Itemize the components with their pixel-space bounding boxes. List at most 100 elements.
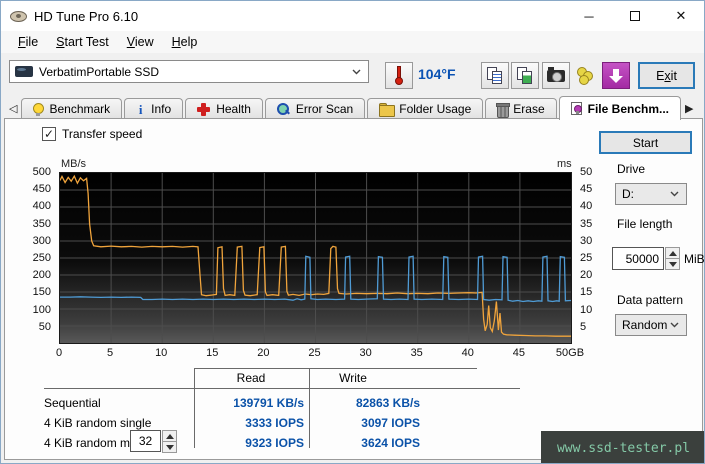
axis-tick-label: 50 [39, 321, 51, 333]
hd-tune-window: HD Tune Pro 6.10 ─ ✕ File Start Test Vie… [0, 0, 705, 464]
axis-tick-label: 15 [580, 286, 592, 298]
axis-tick-label: 35 [411, 347, 423, 359]
copy-image-icon [517, 67, 533, 85]
drive-icon [15, 66, 33, 77]
minimize-button[interactable]: ─ [566, 1, 612, 31]
tab-folder-usage[interactable]: Folder Usage [367, 98, 483, 119]
axis-tick-label: 30 [359, 347, 371, 359]
tab-health[interactable]: Health [185, 98, 263, 119]
close-button[interactable]: ✕ [658, 1, 704, 31]
file-benchmark-icon [571, 102, 582, 115]
device-select[interactable]: VerbatimPortable SSD [9, 60, 369, 83]
maximize-button[interactable] [612, 1, 658, 31]
down-arrow-icon [609, 69, 623, 83]
data-pattern-select[interactable]: Random [615, 314, 687, 336]
axis-tick-label: 50GB [556, 347, 584, 359]
axis-tick-label: 200 [33, 269, 51, 281]
read-column-header: Read [237, 371, 266, 385]
copy-text-icon [487, 67, 503, 85]
file-benchmark-page: ✓ Transfer speed Start MB/s ms 500450400… [4, 118, 703, 460]
random-single-write-value: 3097 IOPS [271, 416, 420, 430]
coins-icon [577, 67, 597, 85]
transfer-speed-chart [59, 172, 572, 344]
sequential-write-value: 82863 KB/s [271, 396, 420, 410]
temperature-value: 104°F [418, 66, 456, 82]
axis-tick-label: 25 [580, 252, 592, 264]
axis-tick-label: 250 [33, 252, 51, 264]
axis-tick-label: 0 [56, 347, 62, 359]
chart-canvas [60, 173, 571, 343]
copy-text-button[interactable] [481, 62, 509, 89]
table-top-line [194, 368, 477, 369]
axis-tick-label: 100 [33, 304, 51, 316]
axis-tick-label: 25 [308, 347, 320, 359]
menu-file[interactable]: File [9, 32, 47, 52]
y-axis-left-labels: 50045040035030025020015010050 [13, 172, 53, 344]
menu-bar: File Start Test View Help [1, 31, 704, 53]
save-results-button[interactable] [602, 62, 630, 89]
trash-icon [497, 103, 507, 116]
donate-button[interactable] [573, 62, 601, 89]
down-arrow-icon [669, 262, 677, 267]
transfer-speed-checkbox[interactable]: ✓ [42, 127, 56, 141]
tab-erase[interactable]: Erase [485, 98, 556, 119]
temperature-button[interactable] [385, 62, 413, 89]
info-icon: i [136, 103, 145, 116]
file-length-input[interactable]: 50000 [612, 247, 664, 270]
app-disk-icon [10, 10, 27, 23]
axis-tick-label: 10 [155, 347, 167, 359]
random-multi-write-value: 3624 IOPS [271, 436, 420, 450]
up-arrow-icon [669, 251, 677, 256]
menu-start-test[interactable]: Start Test [47, 32, 118, 52]
row-label-sequential: Sequential [44, 396, 101, 410]
window-title: HD Tune Pro 6.10 [34, 9, 138, 24]
axis-tick-label: 400 [33, 200, 51, 212]
copy-image-button[interactable] [511, 62, 539, 89]
tab-scroll-left-icon[interactable]: ◁ [7, 102, 21, 119]
axis-tick-label: 5 [580, 321, 586, 333]
x-axis-labels: 0 5 10 15 20 25 30 35 40 45 50GB [59, 347, 599, 361]
tab-benchmark[interactable]: Benchmark [21, 98, 122, 119]
axis-tick-label: 5 [107, 347, 113, 359]
magnifier-icon [277, 103, 290, 116]
y-axis-right-title: ms [557, 158, 572, 170]
screenshot-button[interactable] [542, 62, 570, 89]
menu-view[interactable]: View [118, 32, 163, 52]
data-pattern-label: Data pattern [617, 293, 683, 307]
axis-tick-label: 15 [206, 347, 218, 359]
y-axis-left-title: MB/s [61, 158, 86, 170]
axis-tick-label: 45 [513, 347, 525, 359]
toolbar: VerbatimPortable SSD 104°F Exit [1, 53, 704, 95]
chevron-down-icon [352, 69, 361, 75]
minimize-icon: ─ [584, 9, 593, 24]
file-length-label: File length [617, 217, 672, 231]
file-length-unit: MiB [684, 252, 705, 266]
drive-select[interactable]: D: [615, 183, 687, 205]
axis-tick-label: 40 [580, 200, 592, 212]
thermometer-icon [394, 66, 404, 85]
tab-file-benchmark[interactable]: File Benchm... [559, 96, 681, 120]
tab-info[interactable]: i Info [124, 98, 183, 119]
health-cross-icon [197, 103, 210, 116]
axis-tick-label: 20 [257, 347, 269, 359]
axis-tick-label: 35 [580, 218, 592, 230]
watermark-badge: www.ssd-tester.pl [541, 431, 705, 464]
axis-tick-label: 300 [33, 235, 51, 247]
transfer-speed-label: Transfer speed [62, 127, 142, 141]
tab-error-scan[interactable]: Error Scan [265, 98, 365, 119]
axis-tick-label: 40 [462, 347, 474, 359]
exit-button[interactable]: Exit [638, 62, 695, 89]
file-length-down-button[interactable] [665, 258, 680, 270]
axis-tick-label: 500 [33, 166, 51, 178]
axis-tick-label: 150 [33, 286, 51, 298]
camera-icon [547, 70, 565, 82]
tab-scroll-right-icon[interactable]: ▶ [683, 102, 697, 119]
axis-tick-label: 350 [33, 218, 51, 230]
chevron-down-icon [670, 322, 679, 328]
write-column-header: Write [339, 371, 367, 385]
title-bar: HD Tune Pro 6.10 ─ ✕ [1, 1, 704, 31]
menu-help[interactable]: Help [163, 32, 207, 52]
drive-label: Drive [617, 162, 645, 176]
lightbulb-icon [33, 103, 43, 116]
start-button[interactable]: Start [599, 131, 692, 154]
